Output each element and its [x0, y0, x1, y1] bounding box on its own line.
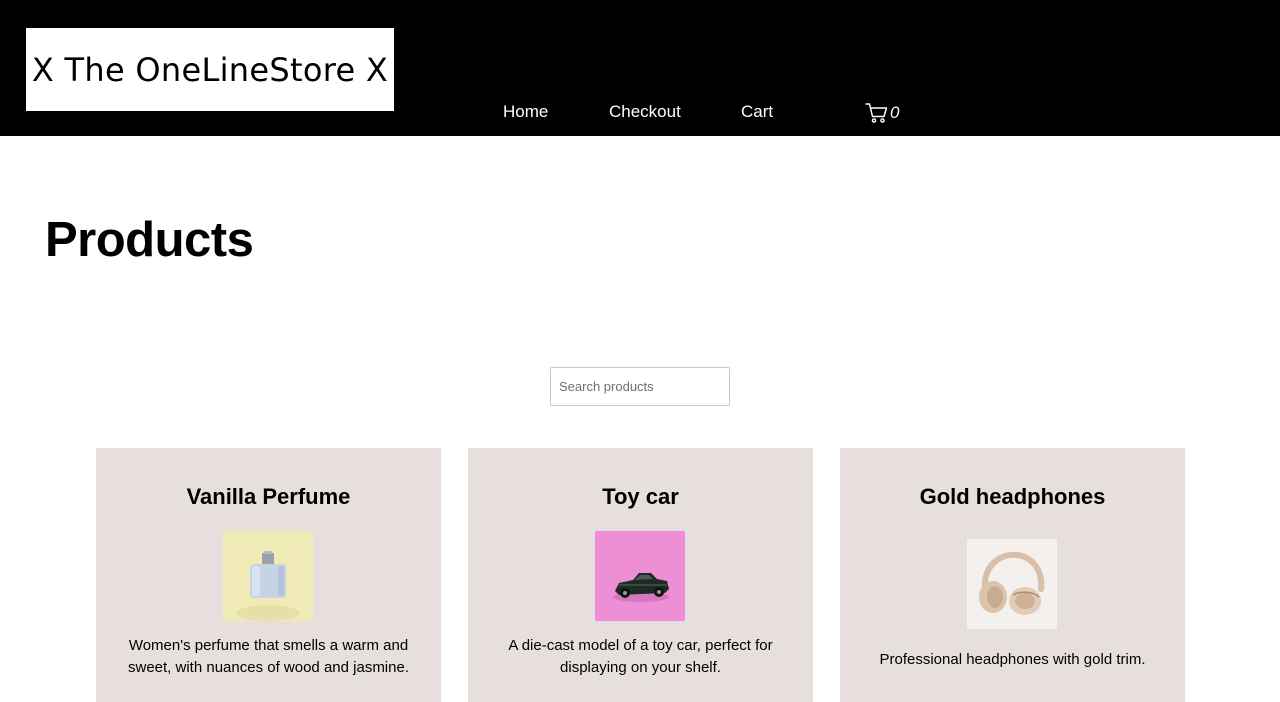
product-card[interactable]: Toy car A die-cast model of a toy car, p… [468, 448, 813, 702]
page-title: Products [45, 213, 254, 267]
product-description: Women's perfume that smells a warm and s… [128, 637, 409, 676]
product-name: Toy car [602, 484, 679, 509]
nav-checkout-link[interactable]: Checkout [609, 101, 681, 123]
product-name: Gold headphones [919, 484, 1106, 509]
cart-widget[interactable]: 0 [865, 101, 899, 125]
headphones-image[interactable] [967, 539, 1057, 629]
store-logo[interactable]: X The OneLineStore X [26, 28, 394, 111]
product-description: Professional headphones with gold trim. [879, 651, 1146, 668]
toy-car-image[interactable] [595, 531, 685, 621]
shopping-cart-icon [865, 102, 888, 124]
search-input[interactable] [550, 367, 730, 406]
product-card[interactable]: Vanilla Perfume Women's perfume that sme… [96, 448, 441, 702]
perfume-bottle-image[interactable] [223, 531, 313, 621]
product-description: A die-cast model of a toy car, perfect f… [508, 637, 773, 676]
cart-count: 0 [890, 103, 900, 122]
nav-home-link[interactable]: Home [503, 101, 548, 123]
nav-cart-link[interactable]: Cart [741, 101, 773, 123]
site-header: X The OneLineStore X Home Checkout Cart … [0, 0, 1280, 136]
logo-text: X The OneLineStore X [31, 50, 389, 89]
product-name: Vanilla Perfume [186, 484, 351, 509]
product-card[interactable]: Gold headphones Professional headphones … [840, 448, 1185, 702]
